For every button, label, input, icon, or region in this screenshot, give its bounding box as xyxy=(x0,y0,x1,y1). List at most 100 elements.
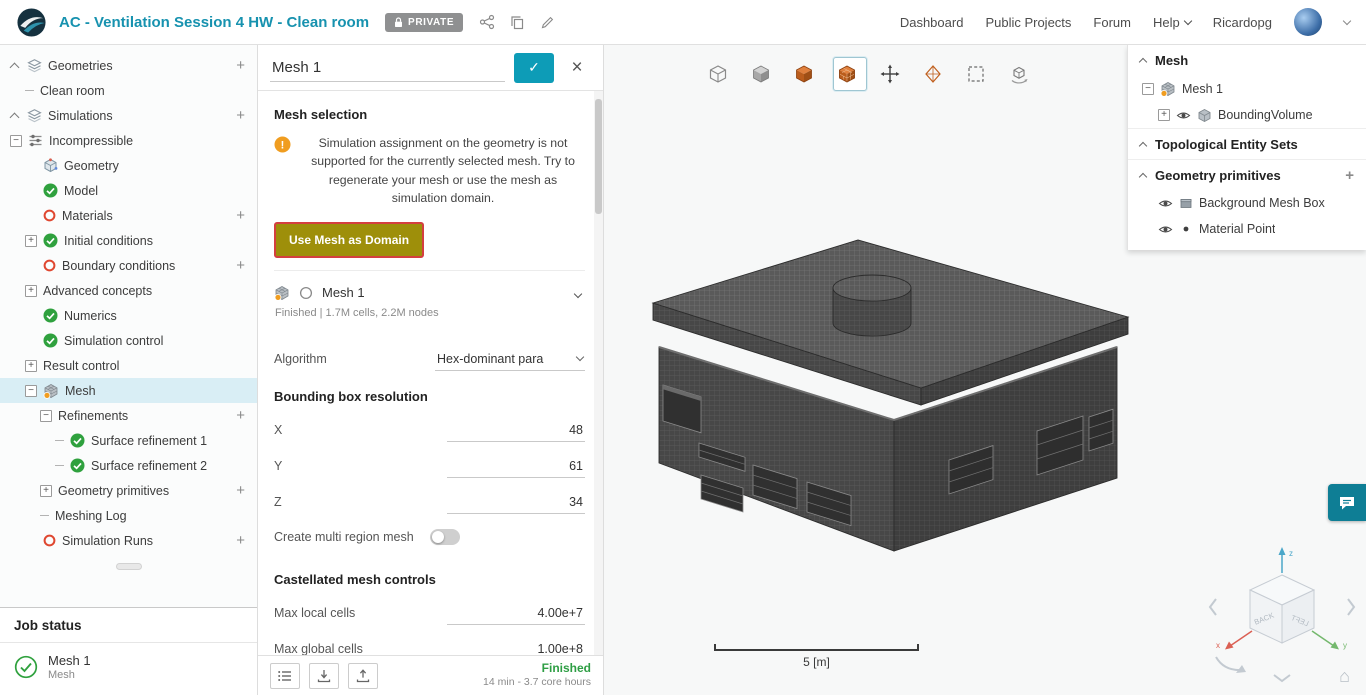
collapse-caret-icon[interactable] xyxy=(1138,172,1148,181)
orientation-cube[interactable]: BACK LEFT z x y xyxy=(1202,539,1362,689)
sidebar-item-simulation-control[interactable]: Simulation control xyxy=(0,328,257,353)
shaded-view-button[interactable] xyxy=(747,57,781,91)
bbox-x-input[interactable]: 48 xyxy=(447,423,585,442)
account-chevron-icon[interactable] xyxy=(1342,16,1352,25)
solid-mesh-view-button[interactable] xyxy=(790,57,824,91)
mesh-radio[interactable] xyxy=(299,286,313,300)
sidebar-item-result-control[interactable]: + Result control xyxy=(0,353,257,378)
close-panel-button[interactable]: × xyxy=(563,54,591,82)
sidebar-item-initial-conditions[interactable]: + Initial conditions xyxy=(0,228,257,253)
collapse-caret-icon[interactable] xyxy=(9,112,20,123)
app-logo-icon[interactable] xyxy=(16,7,47,38)
collapse-minus-icon[interactable]: − xyxy=(25,384,37,397)
expand-plus-icon[interactable]: + xyxy=(25,359,37,372)
cells-max-global-cells-input[interactable]: 1.00e+8 xyxy=(447,642,585,655)
isometric-view-button[interactable] xyxy=(704,57,738,91)
box-select-tool-button[interactable] xyxy=(962,57,996,91)
right-section-topological-entity-sets[interactable]: Topological Entity Sets xyxy=(1128,128,1366,159)
sidebar-item-geometries[interactable]: Geometries + xyxy=(0,53,257,78)
add-button[interactable]: + xyxy=(236,533,245,548)
collapse-minus-icon[interactable]: − xyxy=(40,409,52,422)
panel-scrollbar[interactable] xyxy=(594,91,603,655)
sidebar-item-surface-refinement-1[interactable]: Surface refinement 1 xyxy=(0,428,257,453)
add-button[interactable]: + xyxy=(236,208,245,223)
mesh-run-status: Finished 14 min - 3.7 core hours xyxy=(483,661,591,690)
panel-scrollbar-thumb[interactable] xyxy=(595,99,602,214)
sidebar-item-simulation-runs[interactable]: Simulation Runs + xyxy=(0,528,257,553)
sidebar-item-numerics[interactable]: Numerics xyxy=(0,303,257,328)
nav-help[interactable]: Help xyxy=(1153,15,1192,30)
username[interactable]: Ricardopg xyxy=(1213,15,1272,30)
collapse-minus-icon[interactable]: − xyxy=(10,134,22,147)
surface-mesh-view-icon xyxy=(837,64,857,84)
add-button[interactable]: + xyxy=(1345,168,1354,183)
bbox-y-input[interactable]: 61 xyxy=(447,459,585,478)
expand-plus-icon[interactable]: + xyxy=(1158,109,1170,121)
collapse-caret-icon[interactable] xyxy=(1138,57,1148,67)
add-button[interactable]: + xyxy=(236,258,245,273)
scene-item-boundingvolume[interactable]: + BoundingVolume xyxy=(1128,102,1366,128)
collapse-minus-icon[interactable]: − xyxy=(1142,83,1154,95)
bbox-z-input[interactable]: 34 xyxy=(447,495,585,514)
sidebar-item-incompressible[interactable]: − Incompressible xyxy=(0,128,257,153)
panel-title-input[interactable]: Mesh 1 xyxy=(270,54,505,82)
mesh-selection-heading: Mesh selection xyxy=(274,107,368,122)
transform-tool-button[interactable] xyxy=(1005,57,1039,91)
use-mesh-as-domain-button[interactable]: Use Mesh as Domain xyxy=(274,221,425,258)
surface-mesh-view-button[interactable] xyxy=(833,57,867,91)
sidebar-item-materials[interactable]: Materials + xyxy=(0,203,257,228)
sidebar-item-simulations[interactable]: Simulations + xyxy=(0,103,257,128)
sidebar-item-geometry-primitives[interactable]: + Geometry primitives + xyxy=(0,478,257,503)
apply-button[interactable]: ✓ xyxy=(514,52,554,83)
sidebar-scroll-handle[interactable] xyxy=(115,563,142,570)
nav-dashboard[interactable]: Dashboard xyxy=(900,15,964,30)
algorithm-select[interactable]: Hex-dominant para xyxy=(435,352,585,371)
avatar[interactable] xyxy=(1294,8,1322,36)
right-section-geometry-primitives[interactable]: Geometry primitives + xyxy=(1128,159,1366,190)
sidebar-item-advanced-concepts[interactable]: + Advanced concepts xyxy=(0,278,257,303)
add-button[interactable]: + xyxy=(236,108,245,123)
collapse-caret-icon[interactable] xyxy=(1138,141,1148,150)
sidebar-item-meshing-log[interactable]: Meshing Log xyxy=(0,503,257,528)
right-section-mesh[interactable]: Mesh xyxy=(1128,45,1366,76)
home-view-icon[interactable]: ⌂ xyxy=(1339,667,1350,685)
clip-plane-tool-button[interactable] xyxy=(919,57,953,91)
add-button[interactable]: + xyxy=(236,483,245,498)
scene-item-material-point[interactable]: Material Point xyxy=(1128,216,1366,242)
mesh-log-button[interactable] xyxy=(270,662,300,689)
eye-icon[interactable] xyxy=(1158,222,1173,237)
cells-max-local-cells-input[interactable]: 4.00e+7 xyxy=(447,606,585,625)
eye-icon[interactable] xyxy=(1158,196,1173,211)
add-button[interactable]: + xyxy=(236,408,245,423)
mesh-3d-model[interactable] xyxy=(649,235,1139,565)
share-icon[interactable] xyxy=(479,14,495,30)
sidebar-item-boundary-conditions[interactable]: Boundary conditions + xyxy=(0,253,257,278)
expand-plus-icon[interactable]: + xyxy=(25,234,37,247)
sidebar-item-clean-room[interactable]: Clean room xyxy=(0,78,257,103)
warning-icon: ! xyxy=(274,136,291,153)
download-button[interactable] xyxy=(309,662,339,689)
scene-item-background-mesh-box[interactable]: Background Mesh Box xyxy=(1128,190,1366,216)
sidebar-item-model[interactable]: Model xyxy=(0,178,257,203)
mesh-item-expand-icon[interactable] xyxy=(573,285,585,300)
sidebar-item-surface-refinement-2[interactable]: Surface refinement 2 xyxy=(0,453,257,478)
sidebar-item-mesh[interactable]: − Mesh xyxy=(0,378,257,403)
expand-plus-icon[interactable]: + xyxy=(25,284,37,297)
add-button[interactable]: + xyxy=(236,58,245,73)
upload-button[interactable] xyxy=(348,662,378,689)
collapse-caret-icon[interactable] xyxy=(9,62,20,73)
move-tool-button[interactable] xyxy=(876,57,910,91)
selected-mesh-item[interactable]: Mesh 1 xyxy=(274,281,585,305)
sidebar-item-refinements[interactable]: − Refinements + xyxy=(0,403,257,428)
eye-icon[interactable] xyxy=(1176,108,1191,123)
support-chat-button[interactable] xyxy=(1328,484,1366,521)
expand-plus-icon[interactable]: + xyxy=(40,484,52,497)
sidebar-item-geometry[interactable]: Geometry xyxy=(0,153,257,178)
job-status-item[interactable]: Mesh 1 Mesh xyxy=(0,643,257,695)
scene-item-mesh-1[interactable]: − Mesh 1 xyxy=(1128,76,1366,102)
nav-public-projects[interactable]: Public Projects xyxy=(985,15,1071,30)
duplicate-icon[interactable] xyxy=(510,15,525,30)
multi-region-toggle[interactable] xyxy=(429,528,460,545)
nav-forum[interactable]: Forum xyxy=(1093,15,1131,30)
edit-icon[interactable] xyxy=(540,15,555,30)
